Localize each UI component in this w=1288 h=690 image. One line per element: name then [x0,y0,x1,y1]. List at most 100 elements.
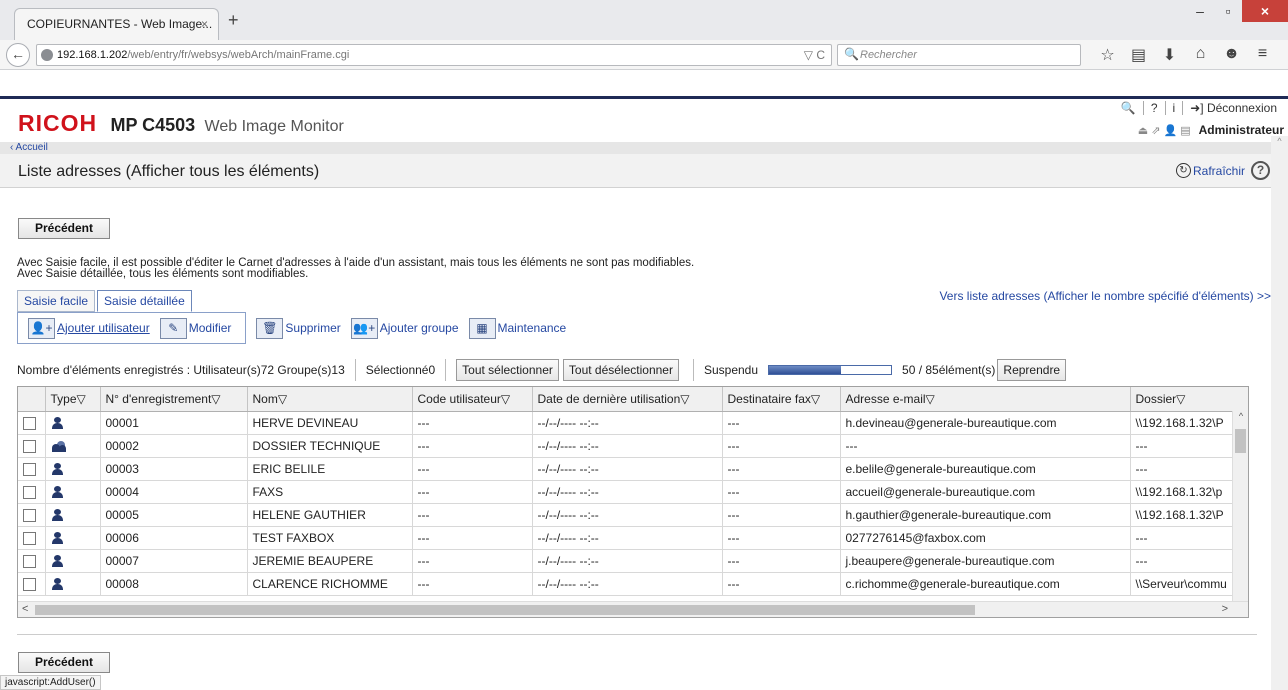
user-icon [51,532,65,545]
row-checkbox[interactable] [23,416,36,430]
registration-number: 00007 [100,549,248,573]
previous-button-bottom[interactable]: Précédent [18,652,110,673]
scroll-up-icon[interactable]: ^ [1233,411,1248,421]
type-cell [45,549,101,573]
entry-name: DOSSIER TECHNIQUE [247,434,413,458]
row-checkbox[interactable] [23,531,36,545]
deselect-all-button[interactable]: Tout désélectionner [562,359,679,381]
column-header[interactable]: Type▽ [45,387,101,412]
row-checkbox[interactable] [23,508,36,522]
grid-vertical-scrollbar[interactable]: ^ v [1232,411,1248,617]
download-icon[interactable]: ⬇ [1154,45,1185,65]
row-checkbox[interactable] [23,439,36,453]
user-code: --- [412,572,533,596]
refresh-link[interactable]: ↻ Rafraîchir ? [1175,161,1270,180]
reload-icon[interactable]: ▽ C [804,48,825,62]
model-name: MP C4503 [110,115,196,135]
new-tab-icon[interactable]: + [228,10,239,31]
table-row[interactable]: 00003 ERIC BELILE --- --/--/---- --:-- --- e.… [18,457,1248,481]
grid-hscroll-thumb[interactable] [35,605,975,615]
maintenance-button[interactable]: ▦ Maintenance [468,317,566,339]
grid-vscroll-thumb[interactable] [1235,429,1246,453]
to-list-link[interactable]: Vers liste adresses (Afficher le nombre … [939,289,1271,303]
tab-title: COPIEURNANTES - Web Image... [27,17,213,31]
row-checkbox[interactable] [23,554,36,568]
restore-icon[interactable]: ▫ [1214,0,1242,22]
app-header: RICOH MP C4503 Web Image Monitor 🔍 ? i ➜… [0,96,1288,142]
delete-button[interactable]: 🗑 Supprimer [256,317,341,339]
home-icon[interactable]: ⌂ [1185,45,1216,65]
tab-easy-entry[interactable]: Saisie facile [17,290,96,312]
column-header[interactable]: Date de dernière utilisation▽ [532,387,723,412]
entry-name: FAXS [247,480,413,504]
address-grid: Type▽ N° d'enregistrement▽ Nom▽ Code utilis… [17,386,1249,618]
modify-button[interactable]: ✎ Modifier [159,317,232,339]
select-all-button[interactable]: Tout sélectionner [456,359,559,381]
scroll-left-icon[interactable]: < [22,603,28,615]
table-row[interactable]: 00004 FAXS --- --/--/---- --:-- --- accueil@g… [18,480,1248,504]
table-row[interactable]: 00005 HELENE GAUTHIER --- --/--/---- --:-- -… [18,503,1248,527]
resume-button[interactable]: Reprendre [997,359,1067,381]
refresh-label: Rafraîchir [1192,163,1245,178]
column-header[interactable]: Destinataire fax▽ [722,387,841,412]
table-row[interactable]: 00007 JEREMIE BEAUPERE --- --/--/---- --:--… [18,549,1248,573]
column-header[interactable]: Nom▽ [247,387,413,412]
column-header[interactable]: Code utilisateur▽ [412,387,533,412]
add-group-label: Ajouter groupe [379,321,459,335]
email-address: e.belile@generale-bureautique.com [840,457,1131,481]
reading-list-icon[interactable]: ▤ [1123,45,1154,65]
description-line-2: Avec Saisie détaillée, tous les éléments… [17,268,309,280]
refresh-icon: ↻ [1175,163,1191,178]
help-icon[interactable]: ? [1142,101,1165,115]
info-icon[interactable]: i [1164,101,1183,115]
page-titlebar: Liste adresses (Afficher tous les élémen… [0,154,1288,188]
fax-destination: --- [722,457,841,481]
help-circle-icon[interactable]: ? [1251,161,1270,180]
breadcrumb-home[interactable]: ‹ Accueil [0,142,1288,154]
previous-button-top[interactable]: Précédent [18,218,110,239]
tab-detailed-entry[interactable]: Saisie détaillée [97,290,192,312]
row-select-cell [18,503,46,527]
column-header[interactable]: Adresse e-mail▽ [840,387,1131,412]
back-arrow-icon[interactable]: ← [6,43,30,67]
scroll-right-icon[interactable]: > [1222,603,1228,615]
menu-icon[interactable]: ≡ [1247,45,1278,65]
email-address: j.beaupere@generale-bureautique.com [840,549,1131,573]
row-select-cell [18,480,46,504]
tab-close-icon[interactable]: × [201,17,208,31]
row-checkbox[interactable] [23,485,36,499]
table-row[interactable]: 00001 HERVE DEVINEAU --- --/--/---- --:-- --… [18,411,1248,435]
chat-icon[interactable]: ☻ [1216,45,1247,65]
row-checkbox[interactable] [23,577,36,591]
browser-status-bar: javascript:AddUser() [0,675,101,690]
user-code: --- [412,549,533,573]
table-row[interactable]: 00002 DOSSIER TECHNIQUE --- --/--/---- --:-… [18,434,1248,458]
page-scrollbar[interactable]: ^ [1271,136,1288,690]
add-group-button[interactable]: 👥+ Ajouter groupe [350,317,459,339]
scroll-up-icon[interactable]: ^ [1271,136,1288,146]
minimize-icon[interactable]: – [1186,0,1214,22]
column-header[interactable]: N° d'enregistrement▽ [100,387,248,412]
registration-number: 00008 [100,572,248,596]
entry-mode-tabs: Saisie facile Saisie détaillée [17,290,194,312]
row-checkbox[interactable] [23,462,36,476]
bookmark-star-icon[interactable]: ☆ [1092,45,1123,65]
admin-label: Administrateur [1198,123,1284,137]
add-user-button[interactable]: 👤+ Ajouter utilisateur [28,317,150,339]
logout-link[interactable]: ➜] Déconnexion [1182,101,1284,115]
browser-tab[interactable]: COPIEURNANTES - Web Image... × [14,8,219,40]
grid-horizontal-scrollbar[interactable]: < > [18,601,1248,617]
maintenance-icon: ▦ [468,317,496,339]
window-close-icon[interactable]: × [1242,0,1288,22]
last-used-date: --/--/---- --:-- [532,526,723,550]
product-name: Web Image Monitor [204,118,344,135]
browser-search-input[interactable]: 🔍 Rechercher [837,44,1081,66]
url-bar[interactable]: 192.168.1.202/web/entry/fr/websys/webArc… [36,44,832,66]
column-header-select [18,387,46,412]
table-row[interactable]: 00006 TEST FAXBOX --- --/--/---- --:-- --- 02… [18,526,1248,550]
search-header-icon[interactable]: 🔍 [1114,101,1143,115]
last-used-date: --/--/---- --:-- [532,503,723,527]
column-header[interactable]: Dossier▽ [1130,387,1248,412]
table-row[interactable]: 00008 CLARENCE RICHOMME --- --/--/---- --:-… [18,572,1248,596]
modify-label: Modifier [188,321,232,335]
